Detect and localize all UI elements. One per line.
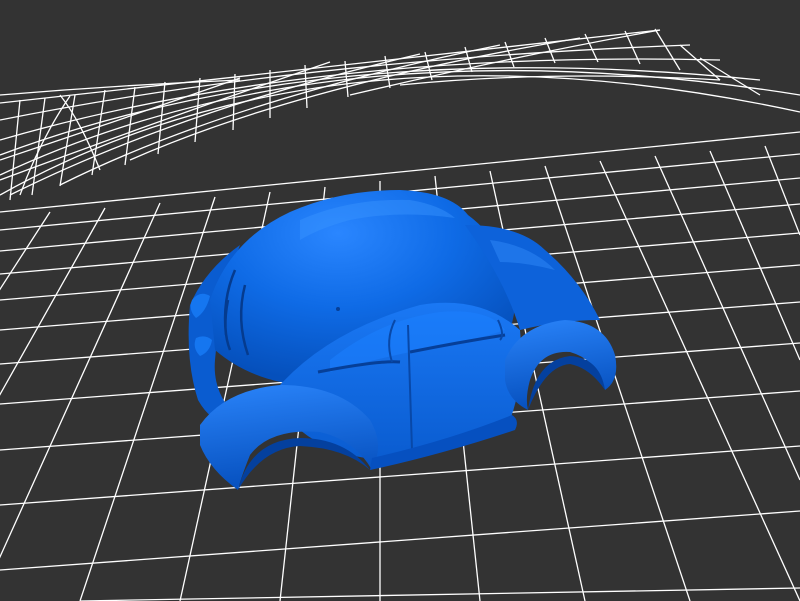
3d-viewport[interactable] (0, 0, 800, 601)
scene-canvas[interactable] (0, 0, 800, 601)
antenna-icon (336, 307, 340, 311)
